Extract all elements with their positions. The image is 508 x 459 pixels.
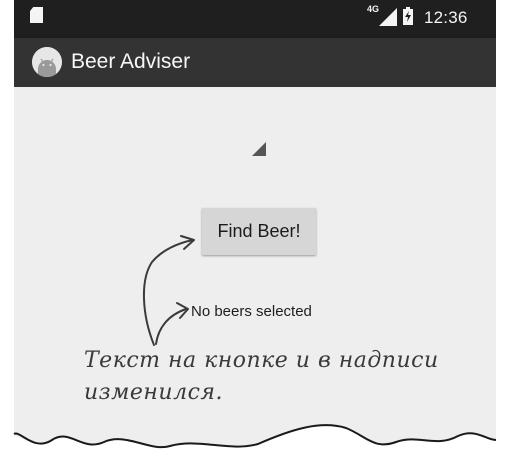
app-title: Beer Adviser — [71, 50, 191, 73]
battery-icon — [403, 7, 413, 25]
cell-signal-icon — [379, 8, 397, 26]
handwritten-annotation: Текст на кнопке и в надписи изменился. — [84, 345, 484, 409]
android-logo-icon — [32, 47, 62, 77]
network-type-label: 4G — [367, 4, 380, 14]
find-beer-button[interactable]: Find Beer! — [202, 208, 316, 255]
sim-card-icon — [30, 7, 43, 23]
status-clock: 12:36 — [424, 8, 468, 27]
book-figure: 4G 12:36 Beer Adviser Find Beer! No beer… — [0, 0, 508, 459]
brands-text-view: No beers selected — [191, 303, 312, 320]
app-bar: Beer Adviser — [14, 38, 496, 87]
beer-color-spinner[interactable] — [252, 142, 266, 156]
dropdown-triangle-icon — [252, 142, 266, 156]
annotation-line-1: Текст на кнопке и в надписи — [84, 348, 439, 373]
status-bar: 4G 12:36 — [14, 0, 496, 38]
annotation-line-2: изменился. — [84, 380, 223, 405]
